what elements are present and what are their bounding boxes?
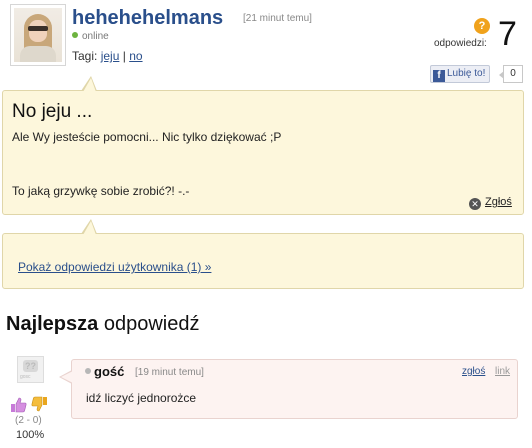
tags: Tagi: jeju | no	[72, 49, 143, 63]
user-avatar[interactable]	[10, 4, 66, 66]
guest-avatar: ?? gosc	[17, 356, 44, 383]
answer-box: gość [19 minut temu] zgłoś link idź licz…	[59, 359, 518, 419]
facebook-like-count: 0	[499, 65, 523, 83]
status-text: online	[82, 31, 109, 42]
facebook-icon: f	[433, 70, 445, 82]
report-question-link[interactable]: ✕ Zgłoś	[469, 196, 512, 210]
question-body-line-2: To jaką grzywkę sobie zrobić?! -.-	[12, 184, 190, 198]
question-body-line-1: Ale Wy jesteście pomocni... Nic tylko dz…	[12, 130, 282, 144]
close-circle-icon: ✕	[469, 198, 481, 210]
answer-text: idź liczyć jednorożce	[86, 391, 197, 405]
answer-permalink[interactable]: link	[495, 366, 510, 377]
online-status: online	[72, 31, 109, 42]
thumbs-up-icon[interactable]	[10, 397, 27, 413]
facebook-like-button[interactable]: f Lubię to!	[430, 65, 491, 83]
online-dot-icon	[72, 32, 78, 38]
answer-time: [19 minut temu]	[135, 367, 204, 378]
show-user-answers-link[interactable]: Pokaż odpowiedzi użytkownika (1) »	[18, 260, 211, 274]
question-author[interactable]: hehehehelmans	[72, 7, 223, 30]
tag-link-no[interactable]: no	[129, 49, 142, 63]
vote-score: (2 - 0)	[15, 415, 42, 426]
tags-label: Tagi:	[72, 49, 98, 63]
offline-dot-icon	[85, 368, 91, 374]
answers-count: 7	[498, 15, 517, 53]
best-answer-heading-rest: odpowiedź	[98, 313, 200, 335]
vote-percent: 100%	[16, 429, 45, 441]
best-answer-heading-bold: Najlepsza	[6, 313, 99, 335]
thumbs-down-icon[interactable]	[31, 396, 48, 412]
facebook-like-label: Lubię to!	[447, 68, 486, 79]
best-answer-heading: Najlepsza odpowiedź	[6, 313, 199, 336]
question-box: No jeju ... Ale Wy jesteście pomocni... …	[2, 76, 524, 215]
avatar-image	[14, 8, 62, 62]
question-time: [21 minut temu]	[243, 13, 312, 24]
answer-author: gość	[85, 364, 124, 379]
report-label: Zgłoś	[485, 196, 512, 208]
answers-label: odpowiedzi:	[434, 38, 487, 49]
question-title: No jeju ...	[12, 101, 93, 122]
tag-link-jeju[interactable]: jeju	[101, 49, 120, 63]
answer-author-name: gość	[94, 364, 125, 379]
question-mark-icon: ?	[474, 18, 490, 34]
user-answers-box: Pokaż odpowiedzi użytkownika (1) »	[2, 219, 524, 289]
tags-separator: |	[119, 49, 130, 63]
report-answer-link[interactable]: zgłoś	[462, 366, 485, 377]
